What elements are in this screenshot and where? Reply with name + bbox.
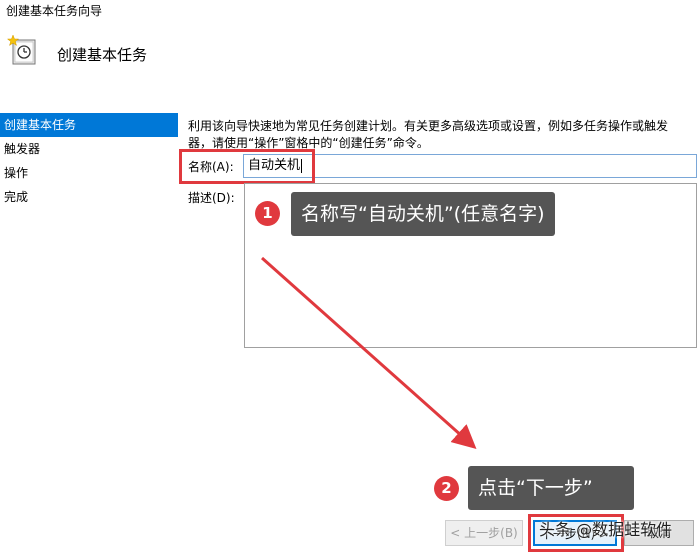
step1-callout: 名称写“自动关机”(任意名字) bbox=[291, 192, 555, 236]
step2-badge: 2 bbox=[434, 476, 459, 501]
sidebar-item-trigger[interactable]: 触发器 bbox=[0, 137, 178, 161]
step1-badge: 1 bbox=[255, 201, 280, 226]
window-title: 创建基本任务向导 bbox=[6, 4, 103, 18]
page-title: 创建基本任务 bbox=[57, 46, 148, 64]
sidebar-item-create-basic-task[interactable]: 创建基本任务 bbox=[0, 113, 178, 137]
sidebar-item-finish[interactable]: 完成 bbox=[0, 185, 178, 209]
watermark: 头条 @数据蛙软件 bbox=[539, 520, 673, 539]
step2-callout: 点击“下一步” bbox=[468, 466, 634, 510]
wizard-description: 利用该向导快速地为常见任务创建计划。有关更多高级选项或设置，例如多任务操作或触发… bbox=[188, 119, 669, 150]
wizard-steps-sidebar: 创建基本任务 触发器 操作 完成 bbox=[0, 113, 178, 553]
back-button[interactable]: < 上一步(B) bbox=[445, 520, 523, 546]
sidebar-item-action[interactable]: 操作 bbox=[0, 161, 178, 185]
description-label: 描述(D): bbox=[188, 191, 235, 205]
name-highlight-box bbox=[179, 149, 315, 184]
task-clock-icon bbox=[6, 34, 37, 66]
